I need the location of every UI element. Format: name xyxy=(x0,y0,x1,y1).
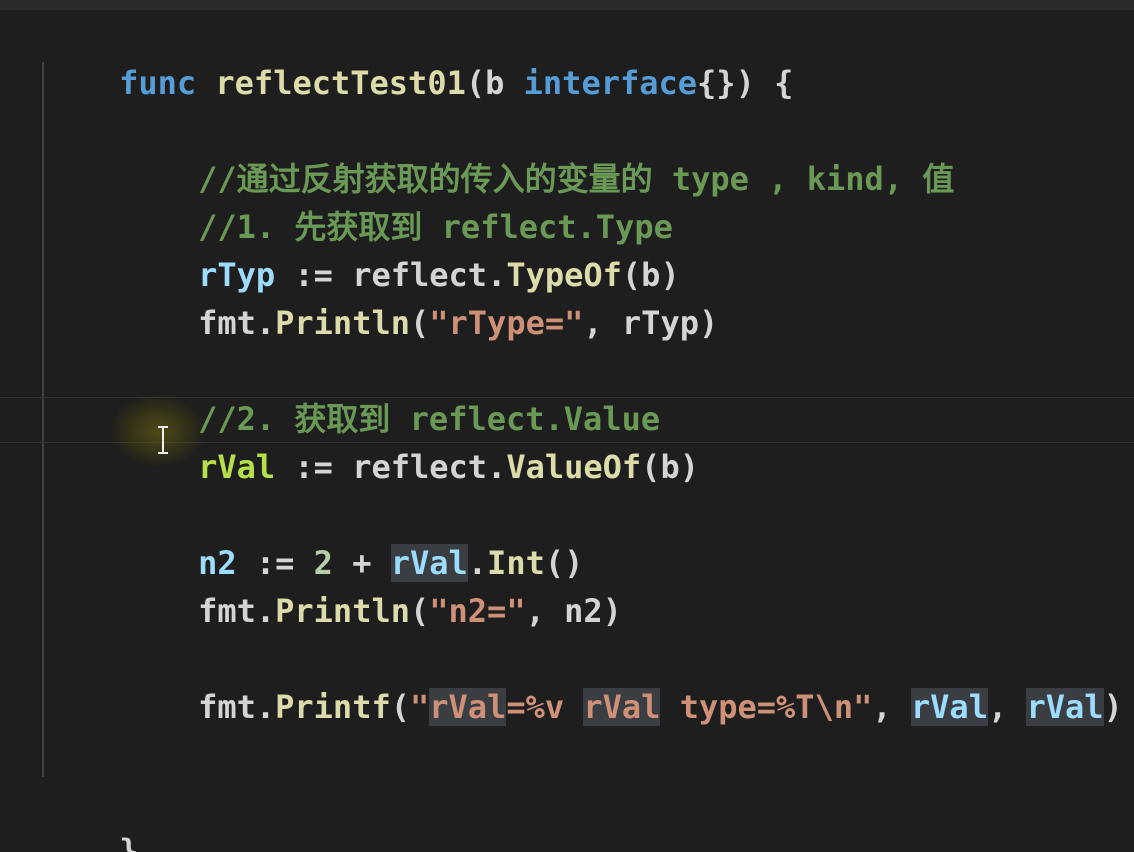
closing-brace: } xyxy=(119,832,139,852)
call-rest: , rTyp) xyxy=(583,304,719,342)
package-fmt: fmt. xyxy=(198,304,276,342)
comma: , xyxy=(987,688,1027,726)
code-line-rtyp-assign[interactable]: rTyp := reflect.TypeOf(b) xyxy=(121,206,680,294)
text-cursor-icon xyxy=(158,426,168,454)
variable-rval-selected: rVal xyxy=(198,448,276,486)
paren-open: ( xyxy=(409,592,430,630)
code-line-printf[interactable]: fmt.Printf("rVal=%v rVal type=%T\n", rVa… xyxy=(121,638,1123,726)
string-quote: " xyxy=(409,688,430,726)
function-println: Println xyxy=(275,592,410,630)
code-line-close-brace[interactable]: } xyxy=(42,782,138,852)
param-close: {}) { xyxy=(697,64,794,102)
package-fmt: fmt. xyxy=(198,592,276,630)
call-args: (b) xyxy=(641,448,699,486)
function-valueof: ValueOf xyxy=(506,448,642,486)
function-printf: Printf xyxy=(275,688,391,726)
variable-rval-occurrence: rVal xyxy=(1026,688,1104,726)
code-line-rval-assign[interactable]: rVal := reflect.ValueOf(b) xyxy=(121,398,699,486)
code-editor[interactable]: func reflectTest01(b interface{}) { //通过… xyxy=(0,0,1134,852)
keyword-func: func xyxy=(119,64,197,102)
assign-op: := reflect. xyxy=(275,448,507,486)
string-literal: "n2=" xyxy=(429,592,526,630)
function-name: reflectTest01 xyxy=(215,64,466,102)
string-literal: "rType=" xyxy=(429,304,584,342)
string-format: =%v xyxy=(506,688,584,726)
keyword-interface: interface xyxy=(523,64,698,102)
paren-open: ( xyxy=(409,304,430,342)
function-println: Println xyxy=(275,304,410,342)
code-line-func-signature[interactable]: func reflectTest01(b interface{}) { xyxy=(42,14,793,102)
code-line-println-n2[interactable]: fmt.Println("n2=", n2) xyxy=(121,542,622,630)
string-format: type=%T\n" xyxy=(660,688,873,726)
variable-rval-occurrence: rVal xyxy=(910,688,988,726)
string-rval-occurrence: rVal xyxy=(429,688,507,726)
paren-close: ) xyxy=(1103,688,1123,726)
paren-open: ( xyxy=(390,688,410,726)
code-line-println-rtype[interactable]: fmt.Println("rType=", rTyp) xyxy=(121,254,718,342)
code-line-comment-2[interactable]: //1. 先获取到 reflect.Type xyxy=(121,158,673,246)
code-line-n2-assign[interactable]: n2 := 2 + rVal.Int() xyxy=(121,494,583,582)
comma: , xyxy=(872,688,911,726)
code-line-comment-3[interactable]: //2. 获取到 reflect.Value xyxy=(121,350,660,438)
package-fmt: fmt. xyxy=(198,688,276,726)
call-rest: , n2) xyxy=(525,592,622,630)
editor-top-edge xyxy=(0,0,1134,10)
string-rval-occurrence: rVal xyxy=(583,688,661,726)
code-line-comment-1[interactable]: //通过反射获取的传入的变量的 type , kind, 值 xyxy=(121,110,954,198)
param-open: (b xyxy=(465,64,524,102)
